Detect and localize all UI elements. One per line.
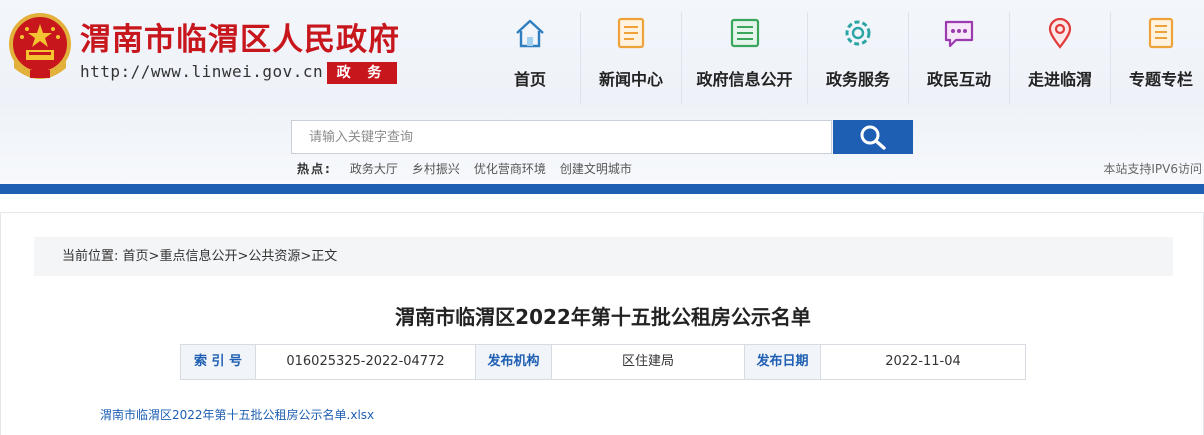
nav-item-news[interactable]: 新闻中心 xyxy=(581,8,681,106)
search-box xyxy=(291,120,832,154)
hot-link[interactable]: 乡村振兴 xyxy=(412,160,460,177)
site-badge: 政 务 xyxy=(327,62,397,84)
site-title: 渭南市临渭区人民政府 xyxy=(80,22,400,58)
breadcrumb-separator: > xyxy=(300,249,312,264)
page: 渭南市临渭区人民政府 http://www.linwei.gov.cn 政 务 … xyxy=(0,0,1204,435)
hot-link[interactable]: 创建文明城市 xyxy=(560,160,632,177)
breadcrumb-current: 正文 xyxy=(311,249,338,264)
meta-org-label: 发布机构 xyxy=(476,345,552,379)
document-list-icon xyxy=(617,17,645,49)
nav-item-about[interactable]: 走进临渭 xyxy=(1010,8,1110,106)
search-input[interactable] xyxy=(292,121,831,153)
nav-item-gov-info[interactable]: 政府信息公开 xyxy=(682,8,807,106)
nav-label: 首页 xyxy=(513,70,546,89)
breadcrumb-prefix: 当前位置: xyxy=(62,249,119,264)
article-title: 渭南市临渭区2022年第十五批公租房公示名单 xyxy=(395,305,811,329)
hot-topics: 热点: 政务大厅 乡村振兴 优化营商环境 创建文明城市 xyxy=(297,160,646,177)
chat-bubble-icon xyxy=(944,20,974,48)
article-container: 当前位置: 首页>重点信息公开>公共资源>正文 渭南市临渭区2022年第十五批公… xyxy=(0,212,1204,435)
breadcrumb-separator: > xyxy=(237,249,249,264)
meta-date-label: 发布日期 xyxy=(745,345,821,379)
gear-icon xyxy=(845,20,871,46)
article-meta-table: 索 引 号 016025325-2022-04772 发布机构 区住建局 发布日… xyxy=(180,344,1026,380)
nav-item-services[interactable]: 政务服务 xyxy=(808,8,908,106)
breadcrumb: 当前位置: 首页>重点信息公开>公共资源>正文 xyxy=(34,237,1173,276)
topics-icon xyxy=(1148,17,1174,49)
hot-link[interactable]: 政务大厅 xyxy=(350,160,398,177)
nav-item-topics[interactable]: 专题专栏 xyxy=(1111,8,1204,106)
hot-link[interactable]: 优化营商环境 xyxy=(474,160,546,177)
header-divider-bar xyxy=(0,184,1204,194)
site-url: http://www.linwei.gov.cn xyxy=(80,62,324,81)
meta-index-label: 索 引 号 xyxy=(181,345,256,379)
main-nav: 首页 新闻中心 政府信息公开 政务服务 政民互动 走进临渭 专题专栏 xyxy=(480,8,1204,106)
national-emblem-icon xyxy=(9,13,71,79)
search-button[interactable] xyxy=(833,120,913,154)
breadcrumb-home[interactable]: 首页 xyxy=(123,249,149,264)
breadcrumb-key-info[interactable]: 重点信息公开 xyxy=(159,249,237,264)
search-icon xyxy=(860,125,886,150)
attachment-link[interactable]: 渭南市临渭区2022年第十五批公租房公示名单.xlsx xyxy=(100,406,374,423)
nav-label: 新闻中心 xyxy=(598,70,663,89)
location-pin-icon xyxy=(1048,17,1072,49)
nav-label: 政府信息公开 xyxy=(696,70,793,89)
meta-org-value: 区住建局 xyxy=(552,345,745,379)
hot-label: 热点: xyxy=(297,162,332,176)
nav-label: 走进临渭 xyxy=(1027,70,1092,89)
breadcrumb-separator: > xyxy=(148,249,160,264)
nav-item-interaction[interactable]: 政民互动 xyxy=(909,8,1009,106)
info-board-icon xyxy=(730,18,759,48)
meta-index-value: 016025325-2022-04772 xyxy=(256,345,476,379)
breadcrumb-public-resources[interactable]: 公共资源 xyxy=(248,249,300,264)
nav-label: 专题专栏 xyxy=(1128,70,1193,89)
site-header: 渭南市临渭区人民政府 http://www.linwei.gov.cn 政 务 … xyxy=(0,0,1204,185)
ipv6-notice: 本站支持IPV6访问 xyxy=(1103,162,1202,176)
meta-date-value: 2022-11-04 xyxy=(885,354,961,369)
nav-label: 政民互动 xyxy=(926,70,991,89)
nav-item-home[interactable]: 首页 xyxy=(480,8,580,106)
home-icon xyxy=(516,19,544,48)
nav-label: 政务服务 xyxy=(825,70,890,89)
